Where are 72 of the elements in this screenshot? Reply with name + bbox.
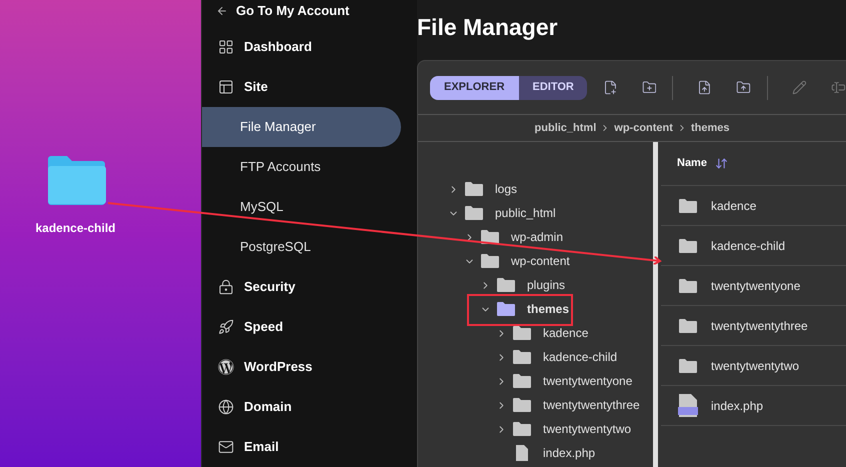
- folder-icon: [513, 326, 531, 340]
- folder-icon[interactable]: [46, 155, 106, 207]
- column-header[interactable]: Name: [677, 155, 707, 172]
- file-name[interactable]: index.php: [711, 396, 764, 414]
- breadcrumb-link[interactable]: wp-content: [614, 120, 673, 136]
- folder-icon: [679, 278, 697, 292]
- breadcrumb-link[interactable]: public_html: [534, 120, 596, 136]
- sidebar-item[interactable]: FTP Accounts: [202, 147, 401, 187]
- wordpress-icon: [218, 359, 234, 375]
- sidebar-item[interactable]: MySQL: [202, 187, 401, 227]
- file-name[interactable]: twentytwentythree: [711, 316, 808, 334]
- folder-icon: [465, 182, 483, 196]
- tree-item[interactable]: themes: [527, 300, 570, 318]
- sidebar-item[interactable]: File Manager: [202, 107, 401, 147]
- upload-file-icon[interactable]: [697, 80, 712, 95]
- folder-icon: [679, 238, 697, 252]
- sidebar-section[interactable]: Dashboard: [244, 37, 312, 57]
- file-name[interactable]: kadence-child: [711, 236, 786, 254]
- new-folder-icon[interactable]: [642, 80, 656, 95]
- file-name[interactable]: kadence: [711, 196, 756, 214]
- globe-icon: [218, 399, 234, 415]
- view-tab[interactable]: EDITOR: [518, 76, 587, 100]
- folder-icon: [497, 278, 515, 292]
- folder-icon: [481, 254, 499, 268]
- upload-folder-icon[interactable]: [736, 80, 752, 95]
- folder-icon: [679, 358, 697, 372]
- tree-item[interactable]: wp-content: [511, 252, 570, 270]
- sidebar-section[interactable]: WordPress: [244, 357, 312, 377]
- tree-item[interactable]: wp-admin: [511, 228, 564, 246]
- tree-item[interactable]: twentytwentytwo: [543, 420, 632, 438]
- folder-icon: [513, 422, 531, 436]
- file-name[interactable]: twentytwentyone: [711, 276, 800, 294]
- window-icon: [218, 79, 234, 95]
- folder-icon: [679, 198, 697, 212]
- tree-item[interactable]: twentytwentythree: [543, 396, 640, 414]
- php-file-icon: [678, 394, 698, 418]
- view-tab[interactable]: EXPLORER: [430, 76, 519, 100]
- grid-icon: [218, 39, 234, 55]
- breadcrumb-link[interactable]: themes: [690, 120, 730, 136]
- scrollbar[interactable]: [653, 142, 658, 467]
- pencil-icon[interactable]: [792, 80, 808, 95]
- file-icon: [516, 445, 528, 461]
- sidebar-section[interactable]: Email: [244, 437, 279, 457]
- folder-icon: [513, 374, 531, 388]
- back-arrow-icon[interactable]: [216, 4, 228, 16]
- tree-item[interactable]: kadence: [543, 324, 588, 342]
- tree-item[interactable]: plugins: [527, 276, 566, 294]
- file-name[interactable]: twentytwentytwo: [711, 356, 800, 374]
- sidebar-section[interactable]: Site: [244, 77, 268, 97]
- folder-icon: [679, 318, 697, 332]
- sidebar-section[interactable]: Domain: [244, 397, 292, 417]
- folder-icon: [465, 206, 483, 220]
- tree-item[interactable]: index.php: [543, 444, 596, 462]
- sidebar-section[interactable]: Security: [244, 277, 296, 297]
- sidebar-item[interactable]: PostgreSQL: [202, 227, 401, 267]
- tree-item[interactable]: twentytwentyone: [543, 372, 632, 390]
- new-file-icon[interactable]: [602, 80, 618, 95]
- page-title: File Manager: [417, 13, 558, 42]
- back-link[interactable]: Go To My Account: [236, 0, 350, 20]
- sort-icon[interactable]: [714, 157, 728, 170]
- tree-item[interactable]: kadence-child: [543, 348, 618, 366]
- folder-icon: [497, 302, 515, 316]
- folder-icon: [513, 398, 531, 412]
- tree-item[interactable]: public_html: [495, 204, 556, 222]
- sidebar-section[interactable]: Speed: [244, 317, 284, 337]
- tree-item[interactable]: logs: [495, 180, 518, 198]
- mail-icon: [218, 439, 234, 455]
- rocket-icon: [218, 319, 234, 335]
- lock-icon: [218, 279, 234, 295]
- rename-icon[interactable]: [831, 80, 846, 95]
- folder-icon: [513, 350, 531, 364]
- desktop-icon-label[interactable]: kadence-child: [35, 219, 116, 237]
